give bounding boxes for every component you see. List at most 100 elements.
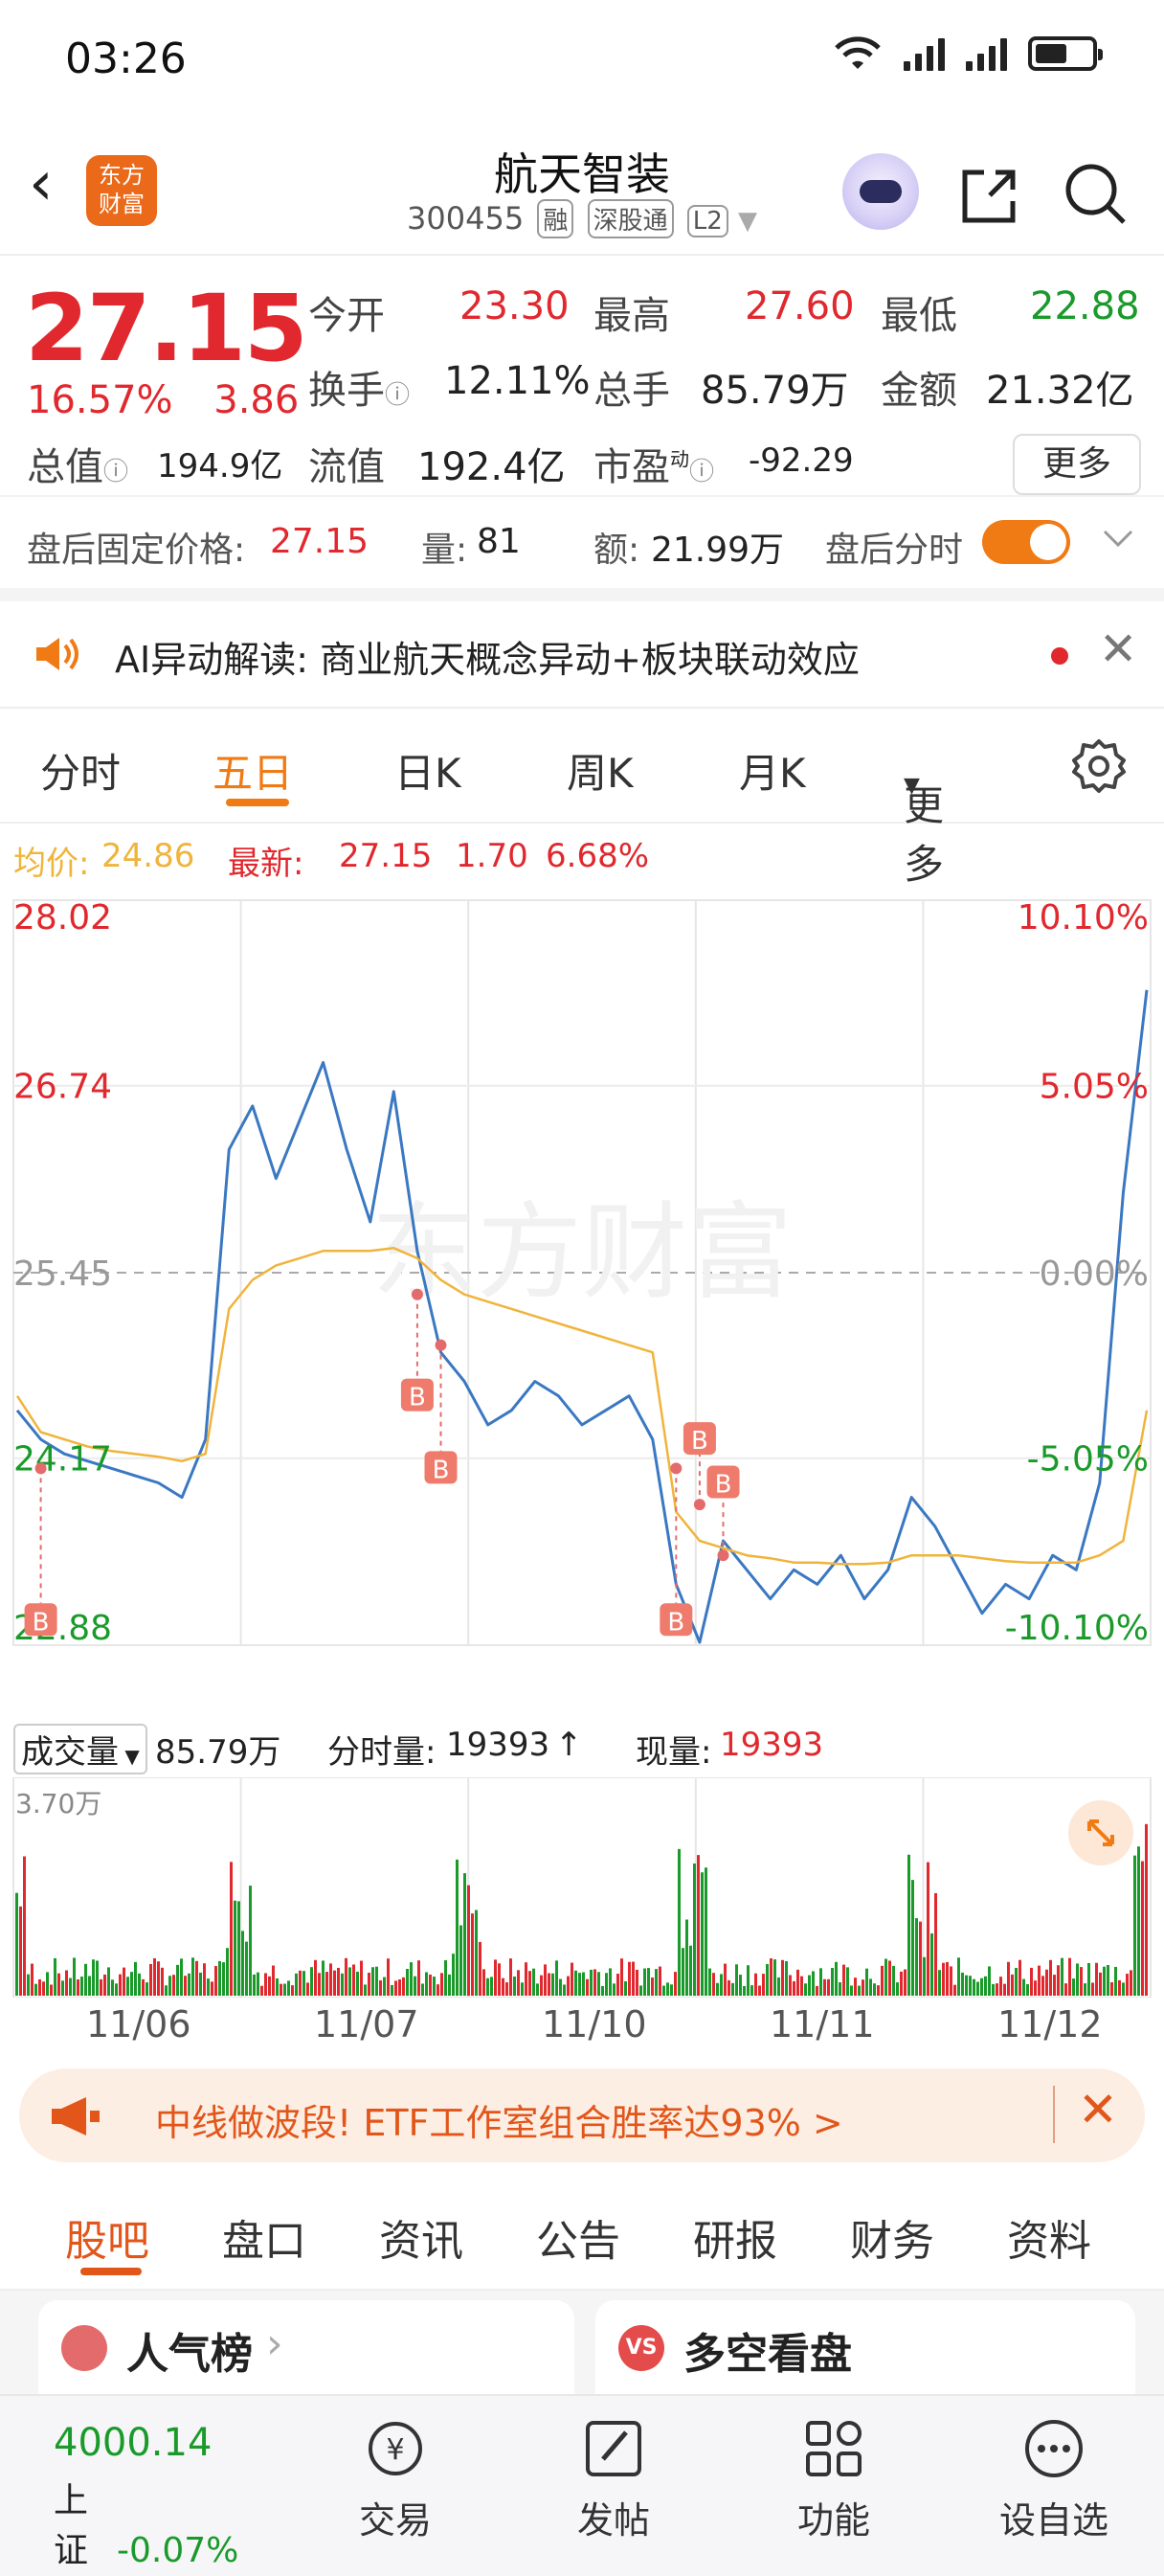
volume-bar	[253, 1974, 256, 1996]
volume-bar	[402, 1977, 405, 1996]
tab-finance[interactable]: 财务	[850, 2206, 934, 2268]
volume-bar	[211, 1981, 213, 1996]
volume-bar	[272, 1965, 275, 1996]
tab-five-day[interactable]: 五日	[213, 741, 293, 800]
info-icon: ⓘ	[385, 381, 411, 410]
volume-bar	[199, 1972, 202, 1996]
banner-text: 中线做波段! ETF工作室组合胜率达93% >	[155, 2102, 843, 2144]
tab-monthly-k[interactable]: 月K	[739, 741, 806, 800]
volume-bar	[1145, 1823, 1148, 1996]
volume-bar	[1030, 1967, 1033, 1996]
nav-features[interactable]: 功能	[762, 2396, 906, 2543]
volume-bar	[697, 1855, 700, 1996]
volume-bar	[406, 1969, 409, 1996]
margin-tag: 融	[537, 199, 574, 238]
tab-daily-k[interactable]: 日K	[394, 741, 461, 800]
volume-label: 总手	[593, 369, 670, 413]
price-chart[interactable]: 东方财富 28.02 26.74 25.45 24.17 22.88 10.10% 5.05%…	[0, 887, 1164, 1710]
volume-bar	[762, 1974, 765, 1996]
after-price-label: 盘后固定价格:	[27, 531, 246, 570]
ai-alert-bar[interactable]: AI异动解读: 商业航天概念异动+板块联动效应 ✕	[0, 601, 1164, 709]
volume-bar	[800, 1976, 803, 1996]
volume-bar	[19, 1906, 22, 1996]
volume-bar	[188, 1973, 190, 1996]
more-button[interactable]: 更多	[1013, 434, 1141, 495]
volume-bar	[1045, 1969, 1048, 1996]
volume-bar	[1041, 1976, 1044, 1996]
after-hours-toggle[interactable]	[982, 520, 1070, 564]
volume-bar	[969, 1976, 972, 1996]
volume-bar	[34, 1983, 37, 1996]
connect-tag: 深股通	[587, 199, 674, 238]
volume-bar	[195, 1960, 198, 1996]
volume-bar	[142, 1978, 145, 1996]
volume-bar	[490, 1977, 493, 1996]
turnover-field[interactable]: 换手ⓘ	[308, 359, 410, 415]
battery-icon	[1028, 36, 1103, 71]
tab-notices[interactable]: 公告	[536, 2206, 620, 2268]
volume-selector[interactable]: 成交量 ▼	[13, 1724, 147, 1774]
volume-bar	[421, 1983, 424, 1996]
volume-bar	[92, 1959, 95, 1996]
tab-intraday[interactable]: 分时	[40, 741, 121, 800]
index-widget[interactable]: 4000.14 上证 -0.07%	[54, 2421, 245, 2572]
ai-robot-icon[interactable]	[842, 153, 919, 230]
volume-bar	[536, 1983, 539, 1996]
volume-bar	[463, 1873, 466, 1996]
search-icon[interactable]	[1063, 161, 1130, 228]
volume-bar	[842, 1964, 845, 1996]
close-icon[interactable]: ✕	[1078, 2082, 1118, 2137]
mktcap-field[interactable]: 总值ⓘ	[27, 436, 128, 491]
bull-bear-card[interactable]: VS 多空看盘	[595, 2300, 1135, 2396]
index-value: 4000.14	[54, 2421, 213, 2465]
tab-profile[interactable]: 资料	[1007, 2206, 1091, 2268]
nav-trade[interactable]: ¥ 交易	[324, 2396, 467, 2543]
volume-bar	[1080, 1967, 1083, 1996]
tab-weekly-k[interactable]: 周K	[567, 741, 634, 800]
tab-news[interactable]: 资讯	[379, 2206, 463, 2268]
volume-bar	[1076, 1963, 1079, 1996]
volume-bar	[950, 1966, 952, 1996]
volume-chart[interactable]: 3.70万	[0, 1777, 1164, 1998]
pe-field[interactable]: 市盈动ⓘ	[593, 436, 714, 491]
volume-bar	[578, 1973, 581, 1996]
amount-value: 21.32亿	[986, 369, 1134, 413]
tab-pankou[interactable]: 盘口	[222, 2206, 306, 2268]
volume-bar	[850, 1985, 853, 1996]
tab-research[interactable]: 研报	[693, 2206, 777, 2268]
volume-bar	[280, 1983, 282, 1996]
volume-bar	[325, 1972, 328, 1996]
pe-value: -92.29	[749, 441, 854, 480]
volume-value: 85.79万	[701, 369, 849, 413]
share-icon[interactable]	[957, 165, 1020, 228]
promo-banner[interactable]: 中线做波段! ETF工作室组合胜率达93% > ✕	[19, 2068, 1145, 2162]
volume-header: 成交量 ▼ 85.79万 分时量: 19393 ↑ 现量: 19393	[0, 1710, 1164, 1777]
volume-bar	[257, 1972, 259, 1996]
volume-bar	[854, 1977, 857, 1996]
gear-icon[interactable]	[1070, 737, 1128, 795]
active-tab-indicator	[80, 2268, 142, 2275]
volume-bar	[295, 1973, 298, 1996]
volume-bar	[268, 1976, 271, 1996]
nav-add-watchlist[interactable]: 设自选	[982, 2396, 1126, 2543]
volume-bar	[310, 1967, 313, 1996]
chevron-down-icon[interactable]	[1101, 528, 1135, 551]
close-icon[interactable]: ✕	[1099, 622, 1137, 676]
mktcap-value: 194.9亿	[157, 447, 283, 486]
caret-down-icon: ▼	[119, 1745, 140, 1768]
volume-bar	[394, 1980, 397, 1996]
volume-bar	[517, 1970, 520, 1996]
nav-post[interactable]: 发帖	[542, 2396, 685, 2543]
volume-bar	[440, 1973, 443, 1996]
volume-bar	[942, 1962, 945, 1996]
tab-guba[interactable]: 股吧	[65, 2206, 149, 2268]
volume-bar	[770, 1958, 772, 1996]
volume-bar	[946, 1961, 949, 1996]
caret-down-icon: ▼	[737, 207, 757, 236]
expand-icon[interactable]	[1068, 1800, 1133, 1865]
popularity-card[interactable]: 人气榜 ›	[38, 2300, 574, 2396]
nav-features-label: 功能	[796, 2499, 870, 2542]
volume-bar	[758, 1985, 761, 1996]
volume-bar	[379, 1979, 382, 1996]
volume-bar	[1118, 1979, 1121, 1996]
